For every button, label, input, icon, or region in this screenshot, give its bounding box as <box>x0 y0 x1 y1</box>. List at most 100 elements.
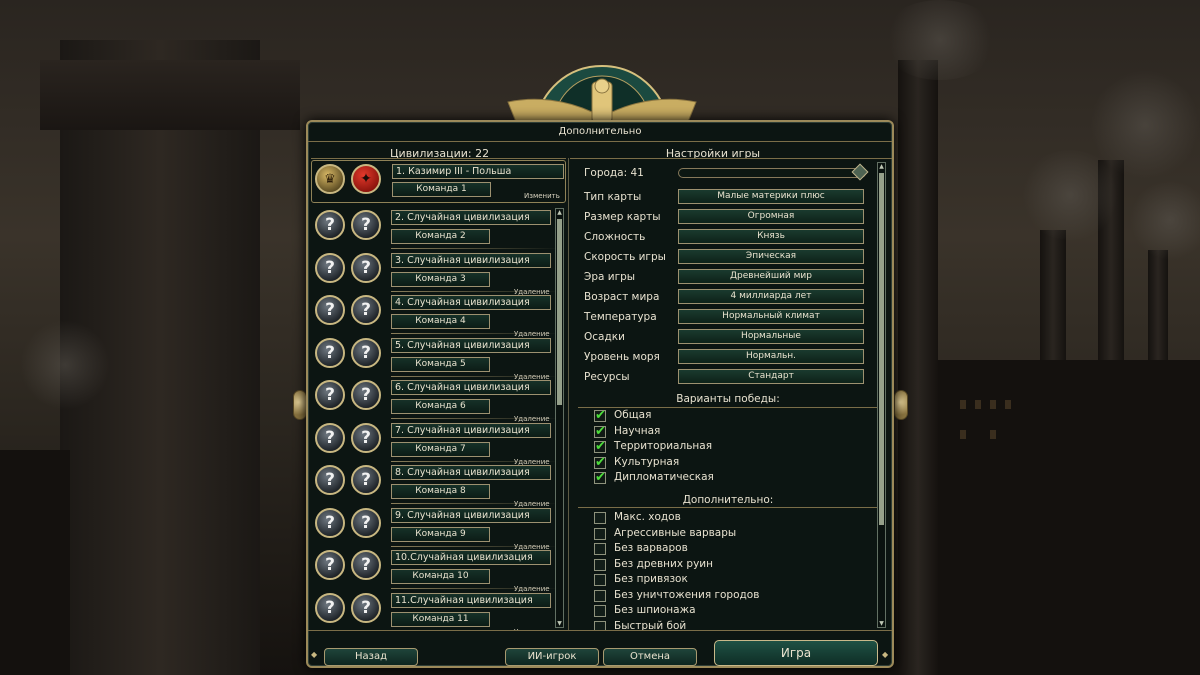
extra-checkbox[interactable] <box>594 574 606 586</box>
civ-select-dropdown[interactable]: 4. Случайная цивилизация <box>391 295 551 310</box>
team-select-dropdown[interactable]: Команда 5 <box>391 356 490 372</box>
cities-slider[interactable] <box>678 163 869 181</box>
setting-dropdown[interactable]: Нормальн. <box>678 349 864 364</box>
civ-list-scrollbar[interactable]: ▲ ▼ <box>555 208 564 628</box>
random-civ-icon[interactable]: ? <box>351 592 381 623</box>
team-select-dropdown[interactable]: Команда 9 <box>391 526 490 542</box>
background-shed <box>0 450 70 675</box>
civ-select-dropdown[interactable]: 9. Случайная цивилизация <box>391 507 551 523</box>
victory-checkbox[interactable] <box>594 408 606 423</box>
cities-slider-handle[interactable] <box>851 163 869 181</box>
ai-player-button[interactable]: ИИ-игрок <box>505 648 599 666</box>
random-civ-icon[interactable]: ? <box>351 210 381 240</box>
extra-option-label: Без варваров <box>614 542 688 554</box>
team-select-dropdown[interactable]: Команда 8 <box>391 484 490 499</box>
scroll-up-icon[interactable]: ▲ <box>556 209 563 216</box>
setting-dropdown[interactable]: Малые материки плюс <box>678 189 864 204</box>
setting-dropdown[interactable]: Огромная <box>678 209 864 224</box>
random-leader-icon[interactable]: ? <box>315 422 345 453</box>
team-select-dropdown[interactable]: Команда 10 <box>391 569 490 584</box>
civ-select-dropdown[interactable]: 11.Случайная цивилизация <box>391 592 551 608</box>
random-leader-icon[interactable]: ? <box>315 465 345 495</box>
leader-portrait-icon[interactable]: ♛ <box>315 164 345 194</box>
scroll-up-icon[interactable]: ▲ <box>878 163 885 170</box>
edit-civ-link[interactable]: Изменить <box>524 192 560 200</box>
extra-checkbox[interactable] <box>594 620 606 630</box>
team-select-dropdown[interactable]: Команда 7 <box>391 441 490 457</box>
random-civ-icon[interactable]: ? <box>351 507 381 538</box>
random-civ-icon[interactable]: ? <box>351 380 381 410</box>
settings-scrollbar[interactable]: ▲ ▼ <box>877 162 886 628</box>
civ-header-divider <box>311 158 566 159</box>
team-select-dropdown[interactable]: Команда 4 <box>391 314 490 329</box>
random-leader-icon[interactable]: ? <box>315 210 345 240</box>
civ-select-dropdown[interactable]: 3. Случайная цивилизация <box>391 252 551 268</box>
setting-dropdown[interactable]: Стандарт <box>678 369 864 384</box>
civ-select-dropdown[interactable]: 7. Случайная цивилизация <box>391 422 551 438</box>
random-civ-icon[interactable]: ? <box>351 337 381 368</box>
random-civ-icon[interactable]: ? <box>351 295 381 325</box>
civ-slot-row: ?? 10.Случайная цивилизация Команда 10 Удал… <box>311 548 561 593</box>
settings-header-divider <box>570 158 892 159</box>
bottom-divider <box>308 630 892 631</box>
setting-dropdown[interactable]: Эпическая <box>678 249 864 264</box>
victory-checkbox[interactable] <box>594 455 606 470</box>
team-select-dropdown[interactable]: Команда 6 <box>391 399 490 414</box>
setting-dropdown[interactable]: Нормальные <box>678 329 864 344</box>
extra-checkbox[interactable] <box>594 527 606 540</box>
setting-dropdown[interactable]: Нормальный климат <box>678 309 864 324</box>
back-button[interactable]: Назад <box>324 648 418 666</box>
setting-dropdown[interactable]: 4 миллиарда лет <box>678 289 864 304</box>
team-select-dropdown[interactable]: Команда 2 <box>391 229 490 244</box>
victory-option-label: Дипломатическая <box>614 471 714 484</box>
random-leader-icon[interactable]: ? <box>315 507 345 538</box>
random-leader-icon[interactable]: ? <box>315 337 345 368</box>
team-select-dropdown[interactable]: Команда 1 <box>392 182 491 197</box>
civ-select-dropdown[interactable]: 5. Случайная цивилизация <box>391 337 551 353</box>
team-select-dropdown[interactable]: Команда 3 <box>391 271 490 287</box>
background-window <box>990 400 996 409</box>
setting-label: Ресурсы <box>584 371 630 383</box>
extra-option-label: Без древних руин <box>614 557 713 570</box>
random-leader-icon[interactable]: ? <box>315 295 345 325</box>
cancel-button[interactable]: Отмена <box>603 648 697 666</box>
setting-dropdown[interactable]: Древнейший мир <box>678 269 864 284</box>
extra-checkbox[interactable] <box>594 558 606 571</box>
victory-types-title: Варианты победы: <box>676 393 780 405</box>
victory-checkbox[interactable] <box>594 470 606 485</box>
row-divider <box>391 503 561 504</box>
civ-select-dropdown[interactable]: 1. Казимир III - Польша <box>392 164 564 179</box>
extra-checkbox[interactable] <box>594 512 606 524</box>
victory-checkbox[interactable] <box>594 424 606 439</box>
victory-checkbox[interactable] <box>594 439 606 454</box>
scroll-down-icon[interactable]: ▼ <box>878 620 885 627</box>
civ-select-dropdown[interactable]: 2. Случайная цивилизация <box>391 210 551 225</box>
extra-checkbox[interactable] <box>594 543 606 555</box>
settings-scroll-thumb[interactable] <box>879 173 884 525</box>
civ-select-dropdown[interactable]: 10.Случайная цивилизация <box>391 550 551 565</box>
row-divider <box>391 290 561 292</box>
scroll-down-icon[interactable]: ▼ <box>556 620 563 627</box>
random-leader-icon[interactable]: ? <box>315 380 345 410</box>
random-civ-icon[interactable]: ? <box>351 465 381 495</box>
setting-dropdown[interactable]: Князь <box>678 229 864 244</box>
random-leader-icon[interactable]: ? <box>315 252 345 283</box>
extra-checkbox[interactable] <box>594 589 606 602</box>
civ-list-scroll-thumb[interactable] <box>557 219 562 405</box>
random-civ-icon[interactable]: ? <box>351 252 381 283</box>
extra-checkbox[interactable] <box>594 605 606 617</box>
random-leader-icon[interactable]: ? <box>315 592 345 623</box>
random-leader-icon[interactable]: ? <box>315 550 345 580</box>
play-button[interactable]: Игра <box>714 640 878 666</box>
civ-emblem-icon[interactable]: ✦ <box>351 164 381 194</box>
random-civ-icon[interactable]: ? <box>351 422 381 453</box>
civ-select-dropdown[interactable]: 6. Случайная цивилизация <box>391 380 551 395</box>
random-civ-icon[interactable]: ? <box>351 550 381 580</box>
team-select-dropdown[interactable]: Команда 11 <box>391 611 490 627</box>
victory-option-label: Научная <box>614 424 661 437</box>
background-window <box>975 400 981 409</box>
background-smoke <box>1020 150 1120 240</box>
civ-slot-row: ??11.Случайная цивилизацияКоманда 11Удал… <box>311 591 551 630</box>
advanced-setup-panel: Дополнительно Цивилизации: 22 ♛ ✦ 1. Казим… <box>306 120 894 668</box>
civ-select-dropdown[interactable]: 8. Случайная цивилизация <box>391 465 551 480</box>
